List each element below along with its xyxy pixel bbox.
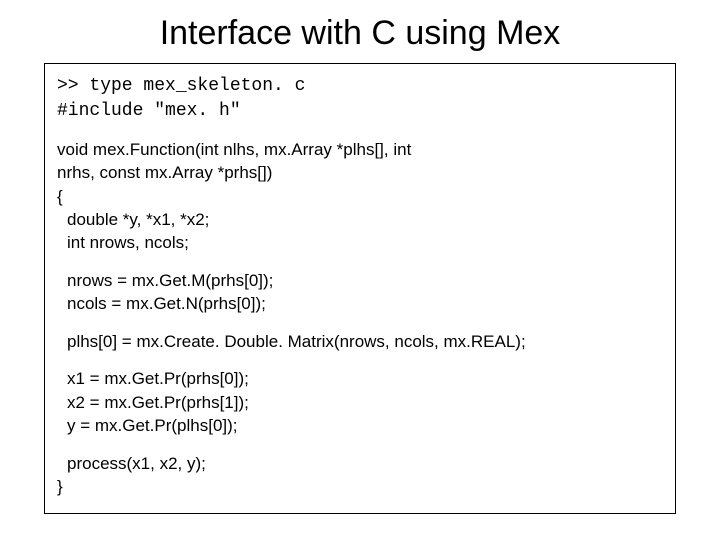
code-nrows: nrows = mx.Get.M(prhs[0]); [57, 269, 663, 292]
code-process: process(x1, x2, y); [57, 452, 663, 475]
code-sig1: void mex.Function(int nlhs, mx.Array *pl… [57, 138, 663, 161]
code-y: y = mx.Get.Pr(plhs[0]); [57, 414, 663, 437]
code-prompt: >> type mex_skeleton. c [57, 74, 663, 99]
slide: Interface with C using Mex >> type mex_s… [0, 0, 720, 540]
code-sig2: nrhs, const mx.Array *prhs[]) [57, 161, 663, 184]
code-include: #include "mex. h" [57, 99, 663, 124]
code-plhs: plhs[0] = mx.Create. Double. Matrix(nrow… [57, 330, 663, 353]
code-decl2: int nrows, ncols; [57, 231, 663, 254]
slide-title: Interface with C using Mex [0, 0, 720, 63]
code-brace-open: { [57, 185, 663, 208]
code-brace-close: } [57, 475, 663, 498]
code-x1: x1 = mx.Get.Pr(prhs[0]); [57, 367, 663, 390]
code-x2: x2 = mx.Get.Pr(prhs[1]); [57, 391, 663, 414]
code-box: >> type mex_skeleton. c #include "mex. h… [44, 63, 676, 514]
code-decl1: double *y, *x1, *x2; [57, 208, 663, 231]
code-ncols: ncols = mx.Get.N(prhs[0]); [57, 292, 663, 315]
